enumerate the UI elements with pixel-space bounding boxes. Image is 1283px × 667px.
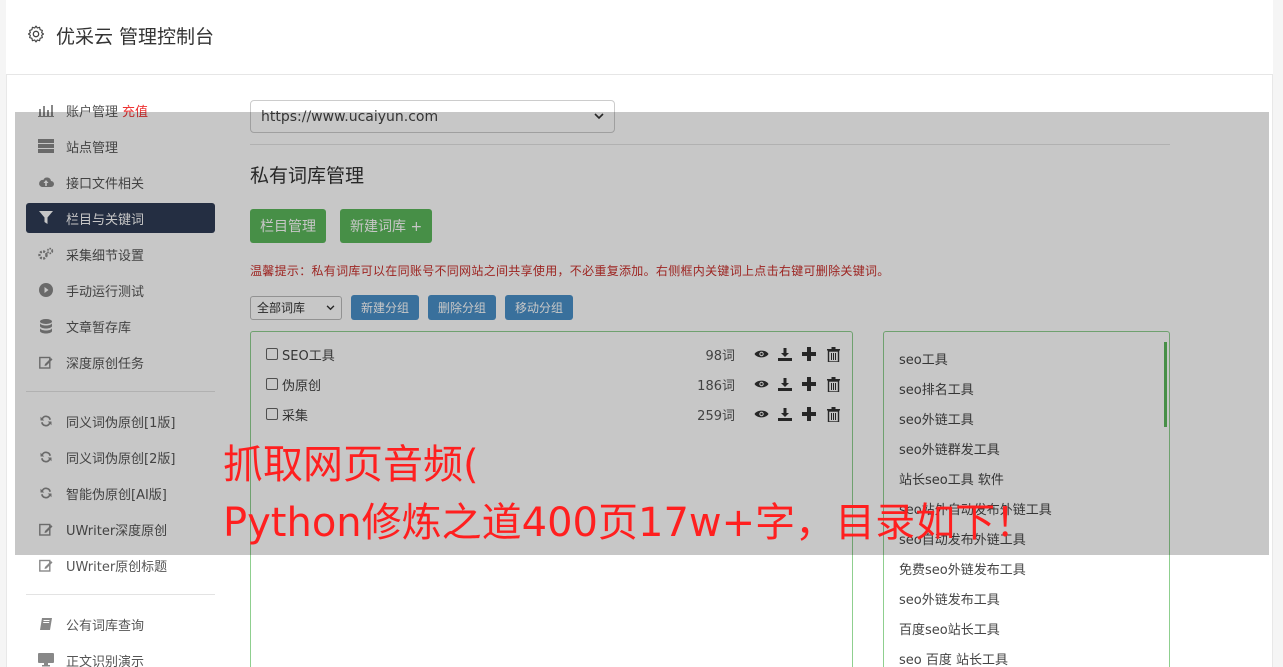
sidebar-item-public-lexicon[interactable]: 公有词库查询 bbox=[26, 609, 215, 639]
keyword-item[interactable]: seo外链发布工具 bbox=[899, 589, 1000, 608]
sidebar-item-text-recognition[interactable]: 正文识别演示 bbox=[26, 645, 215, 667]
gear-icon[interactable] bbox=[26, 24, 46, 44]
sidebar-divider bbox=[26, 594, 215, 595]
overlay-banner bbox=[15, 112, 1269, 555]
sidebar-item-label: 公有词库查询 bbox=[66, 618, 145, 634]
keyword-item[interactable]: seo 百度 站长工具 bbox=[899, 649, 1008, 667]
edit-icon bbox=[38, 557, 54, 573]
app-title: 优采云 管理控制台 bbox=[56, 26, 215, 48]
sidebar-item-label: UWriter原创标题 bbox=[66, 559, 168, 575]
monitor-icon bbox=[38, 652, 54, 667]
keyword-item[interactable]: 百度seo站长工具 bbox=[899, 619, 1000, 638]
overlay-caption-line2: Python修炼之道400页17w+字，目录如下！ bbox=[223, 500, 1036, 546]
sidebar-item-label: 正文识别演示 bbox=[66, 654, 145, 667]
app-header: 优采云 管理控制台 bbox=[6, 0, 1273, 75]
book-icon bbox=[38, 616, 54, 632]
keyword-item[interactable]: 免费seo外链发布工具 bbox=[899, 559, 1026, 578]
overlay-caption-line1: 抓取网页音频( bbox=[223, 442, 479, 488]
